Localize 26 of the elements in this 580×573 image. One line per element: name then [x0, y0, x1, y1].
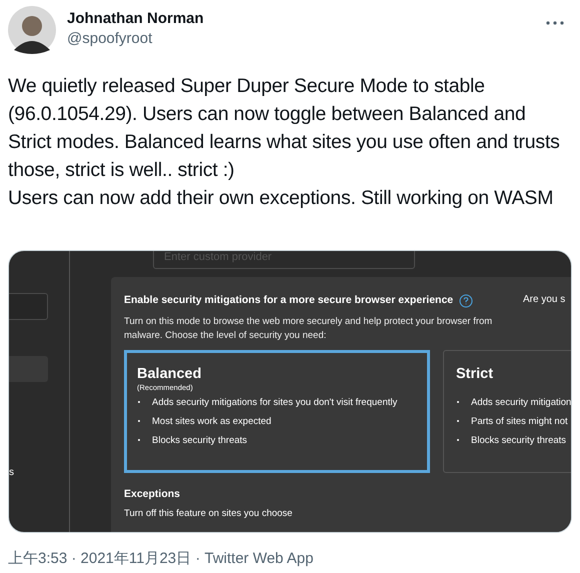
sidebar-item [9, 356, 48, 382]
tweet-timestamp[interactable]: 上午3:53 · 2021年11月23日 · Twitter Web App [8, 548, 314, 570]
exceptions-title: Exceptions [124, 486, 182, 502]
mode-feature: Parts of sites might not [471, 414, 568, 428]
sidebar-text: s [9, 466, 14, 480]
mode-title: Strict [456, 364, 494, 383]
mode-feature: Adds security mitigations for sites you don't visit frequently [152, 396, 398, 409]
mode-feature: Blocks security threats [471, 434, 566, 447]
avatar[interactable] [8, 6, 56, 54]
tweet-text: We quietly released Super Duper Secure Mode to stable (96.0.1054.29). Users can now toggle between Balanced and Strict modes. Balanced learns what sites you use often and trusts those, strict is well.. strict :) [8, 74, 561, 183]
author-name[interactable]: Johnathan Norman [67, 9, 204, 29]
attached-screenshot[interactable] [8, 250, 572, 533]
mode-card[interactable]: Strict Adds security mitigation Parts of sites might not Blocks security threats [443, 350, 571, 473]
mode-feature: Blocks security threats [152, 434, 248, 447]
sidebar-field [9, 293, 48, 320]
mode-title: Balanced [137, 364, 202, 383]
help-icon[interactable] [459, 294, 474, 308]
side-text: Are you s [523, 293, 566, 307]
more-icon[interactable] [546, 21, 564, 25]
exceptions-description: Turn off this feature on sites you choose [124, 506, 294, 520]
section-heading: Enable security mitigations for a more secure browser experience [124, 293, 454, 308]
mode-feature: Adds security mitigation [471, 396, 571, 409]
section-description: Turn on this mode to browse the web more securely and help protect your browser from malware. Choose the level of security you need: [124, 314, 494, 343]
mode-feature: Most sites work as expected [152, 414, 272, 428]
author-handle[interactable]: @spoofyroot [67, 29, 204, 49]
tweet-text: Users can now add their own exceptions. Still working on WASM [8, 186, 554, 211]
